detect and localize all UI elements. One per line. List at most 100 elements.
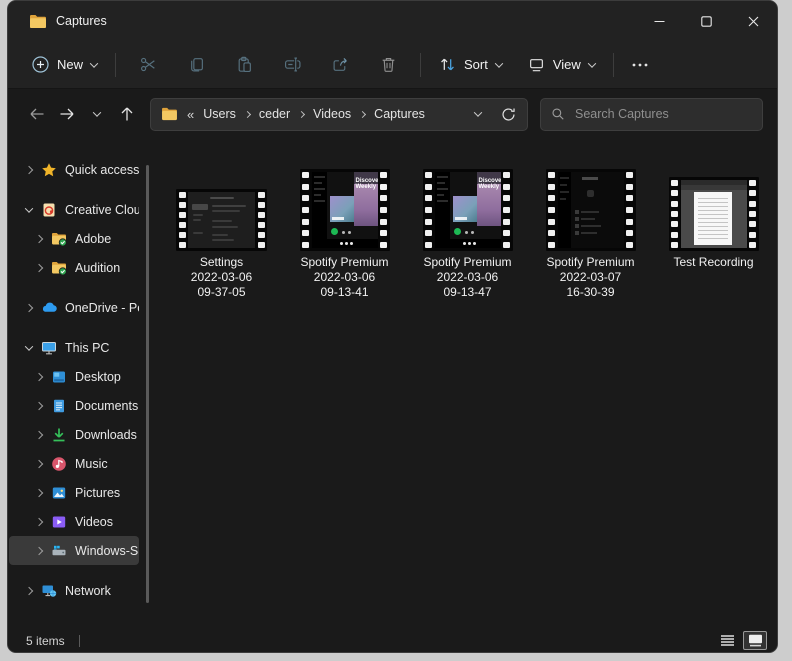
sort-label: Sort [464,57,488,72]
sort-button[interactable]: Sort [429,49,512,80]
sidebar-item-network[interactable]: Network [9,576,139,605]
video-thumbnail: Discover Weekly [422,169,513,251]
chevron-right-icon [34,263,44,272]
breadcrumb-ceder[interactable]: ceder [259,107,290,121]
thumbnail-image: Discover Weekly [434,172,501,248]
details-view-icon [720,635,734,646]
file-date: 2022-03-07 [559,270,622,284]
cut-button[interactable] [124,56,172,73]
search-icon [552,108,564,120]
breadcrumb-users[interactable]: Users [203,107,236,121]
sidebar-item-label: This PC [65,340,110,355]
chevron-right-icon [34,430,44,439]
view-icon [529,59,543,72]
address-bar[interactable]: « Users ceder Videos Captures [150,97,528,131]
sidebar-item-adobe[interactable]: Adobe [9,224,139,253]
network-icon [42,585,57,597]
chevron-down-icon [89,58,99,68]
minimize-button[interactable] [636,1,683,41]
sidebar-item-label: Windows-SSD [75,543,139,558]
chevron-down-icon [24,341,34,351]
sidebar-item-label: OneDrive - Per [65,300,139,315]
file-date: 2022-03-06 [190,270,253,284]
sidebar-item-onedrive[interactable]: OneDrive - Per [9,293,139,322]
file-item-test-recording[interactable]: Test Recording [652,169,775,270]
sidebar-item-audition[interactable]: Audition [9,253,139,282]
videos-icon [52,516,66,527]
video-thumbnail [668,177,759,251]
maximize-button[interactable] [683,1,730,41]
paste-icon [238,56,251,72]
sidebar-item-desktop[interactable]: Desktop [9,362,139,391]
arrow-right-icon [60,108,74,120]
rename-button[interactable] [268,56,316,73]
details-view-button[interactable] [715,631,739,650]
search-input[interactable] [575,107,752,121]
up-button[interactable] [112,99,142,129]
onedrive-cloud-icon [42,302,57,312]
search-box[interactable] [540,97,763,131]
thumbnail-image: Discover Weekly [311,172,378,248]
delete-button[interactable] [364,56,412,73]
items-count: 5 items [26,633,65,648]
video-thumbnail [545,169,636,251]
more-options-button[interactable] [622,57,658,73]
file-item-spotify-1[interactable]: Discover Weekly Spotify Premium 2022-03-… [283,169,406,300]
copy-icon [190,58,203,72]
share-icon [333,58,347,71]
file-item-spotify-3[interactable]: Spotify Premium 2022-03-07 16-30-39 [529,169,652,300]
forward-button[interactable] [52,99,82,129]
arrow-left-icon [30,108,44,120]
sidebar-item-pictures[interactable]: Pictures [9,478,139,507]
thumbnail-image [680,180,747,248]
back-button[interactable] [22,99,52,129]
recent-locations-button[interactable] [82,99,112,129]
folder-synced-icon [52,261,67,275]
view-label: View [552,57,581,72]
breadcrumb-overflow[interactable]: « [187,107,194,122]
sidebar-item-documents[interactable]: Documents [9,391,139,420]
breadcrumb: « Users ceder Videos Captures [161,107,465,122]
sidebar-item-this-pc[interactable]: This PC [9,333,139,362]
chevron-right-icon [34,517,44,526]
sidebar-item-videos[interactable]: Videos [9,507,139,536]
icons-view-icon [748,634,762,647]
toolbar-divider [420,52,422,77]
sidebar-item-downloads[interactable]: Downloads [9,420,139,449]
breadcrumb-videos[interactable]: Videos [313,107,351,121]
breadcrumb-captures[interactable]: Captures [374,107,425,121]
file-name: Spotify Premium [300,255,389,269]
file-time: 16-30-39 [566,285,615,299]
chevron-right-icon [34,459,44,468]
paste-button[interactable] [220,56,268,73]
icons-view-button[interactable] [743,631,767,650]
sidebar-item-creative-cloud[interactable]: Creative Cloud [9,195,139,224]
file-item-settings[interactable]: Settings 2022-03-06 09-37-05 [160,169,283,300]
navigation-pane: Quick access Creative Cloud [8,139,151,629]
copy-button[interactable] [172,56,220,73]
file-name: Spotify Premium [423,255,512,269]
file-item-spotify-2[interactable]: Discover Weekly Spotify Premium 2022-03-… [406,169,529,300]
share-button[interactable] [316,56,364,73]
address-dropdown-button[interactable] [465,101,491,127]
sidebar-item-windows-ssd[interactable]: Windows-SSD [9,536,139,565]
sidebar-item-label: Documents [75,398,139,413]
creative-cloud-icon [43,203,55,216]
chevron-right-icon [24,165,34,174]
chevron-right-icon [34,546,44,555]
folder-icon [30,14,46,28]
view-button[interactable]: View [518,49,605,80]
sidebar-item-label: Music [75,456,108,471]
sidebar-scrollbar[interactable] [146,165,149,603]
file-label: Settings 2022-03-06 09-37-05 [160,255,283,300]
sidebar-item-label: Videos [75,514,113,529]
sidebar-item-quick-access[interactable]: Quick access [9,155,139,184]
file-name: Test Recording [673,255,754,269]
chevron-right-icon [298,110,306,118]
close-button[interactable] [730,1,777,41]
refresh-button[interactable] [495,101,521,127]
desktop-icon [53,371,65,382]
new-button[interactable]: New [22,49,107,80]
sidebar-item-music[interactable]: Music [9,449,139,478]
chevron-down-icon [24,203,34,213]
